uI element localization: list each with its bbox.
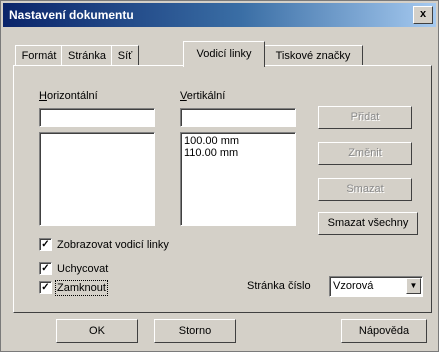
horizontal-label: Horizontální — [39, 90, 98, 102]
title-bar[interactable]: Nastavení dokumentu x — [3, 3, 436, 27]
vertical-label: Vertikální — [180, 90, 226, 102]
lock-option[interactable]: ✓ Zamknout — [39, 279, 108, 296]
snap-checkbox[interactable]: ✓ — [39, 262, 52, 275]
tab-grid[interactable]: Síť — [111, 45, 139, 66]
delete-button[interactable]: Smazat — [318, 178, 412, 201]
cancel-button[interactable]: Storno — [154, 319, 236, 343]
horizontal-list[interactable] — [39, 132, 155, 226]
close-button[interactable]: x — [413, 6, 433, 24]
page-number-label: Stránka číslo — [247, 280, 311, 292]
add-button[interactable]: Přidat — [318, 106, 412, 129]
tab-print-marks[interactable]: Tiskové značky — [263, 45, 363, 66]
snap-option[interactable]: ✓ Uchycovat — [39, 262, 108, 276]
vertical-input[interactable] — [180, 108, 296, 127]
snap-label: Uchycovat — [57, 262, 109, 275]
show-guides-checkbox[interactable]: ✓ — [39, 238, 52, 251]
change-button[interactable]: Změnit — [318, 142, 412, 165]
tab-format[interactable]: Formát — [15, 45, 63, 66]
page-number-value: Vzorová — [333, 280, 374, 292]
dialog-title: Nastavení dokumentu — [9, 8, 134, 22]
tab-guides[interactable]: Vodicí linky — [183, 41, 265, 67]
ok-button[interactable]: OK — [56, 319, 138, 343]
guides-panel: Horizontální Vertikální 100.00 mm 110.00… — [13, 65, 432, 313]
dialog-window: Nastavení dokumentu x Formát Stránka Síť… — [0, 0, 439, 352]
page-number-select[interactable]: Vzorová ▼ — [329, 276, 423, 297]
list-item[interactable]: 100.00 mm — [184, 135, 292, 147]
show-guides-option[interactable]: ✓ Zobrazovat vodicí linky — [39, 238, 169, 252]
vertical-list[interactable]: 100.00 mm 110.00 mm — [180, 132, 296, 226]
close-icon: x — [419, 8, 427, 20]
tab-page[interactable]: Stránka — [61, 45, 113, 66]
list-item[interactable]: 110.00 mm — [184, 147, 292, 159]
chevron-down-icon[interactable]: ▼ — [406, 278, 421, 294]
delete-all-button[interactable]: Smazat všechny — [318, 212, 418, 235]
lock-label: Zamknout — [55, 279, 108, 296]
show-guides-label: Zobrazovat vodicí linky — [57, 238, 169, 251]
lock-checkbox[interactable]: ✓ — [39, 281, 52, 294]
help-button[interactable]: Nápověda — [341, 319, 427, 343]
horizontal-input[interactable] — [39, 108, 155, 127]
